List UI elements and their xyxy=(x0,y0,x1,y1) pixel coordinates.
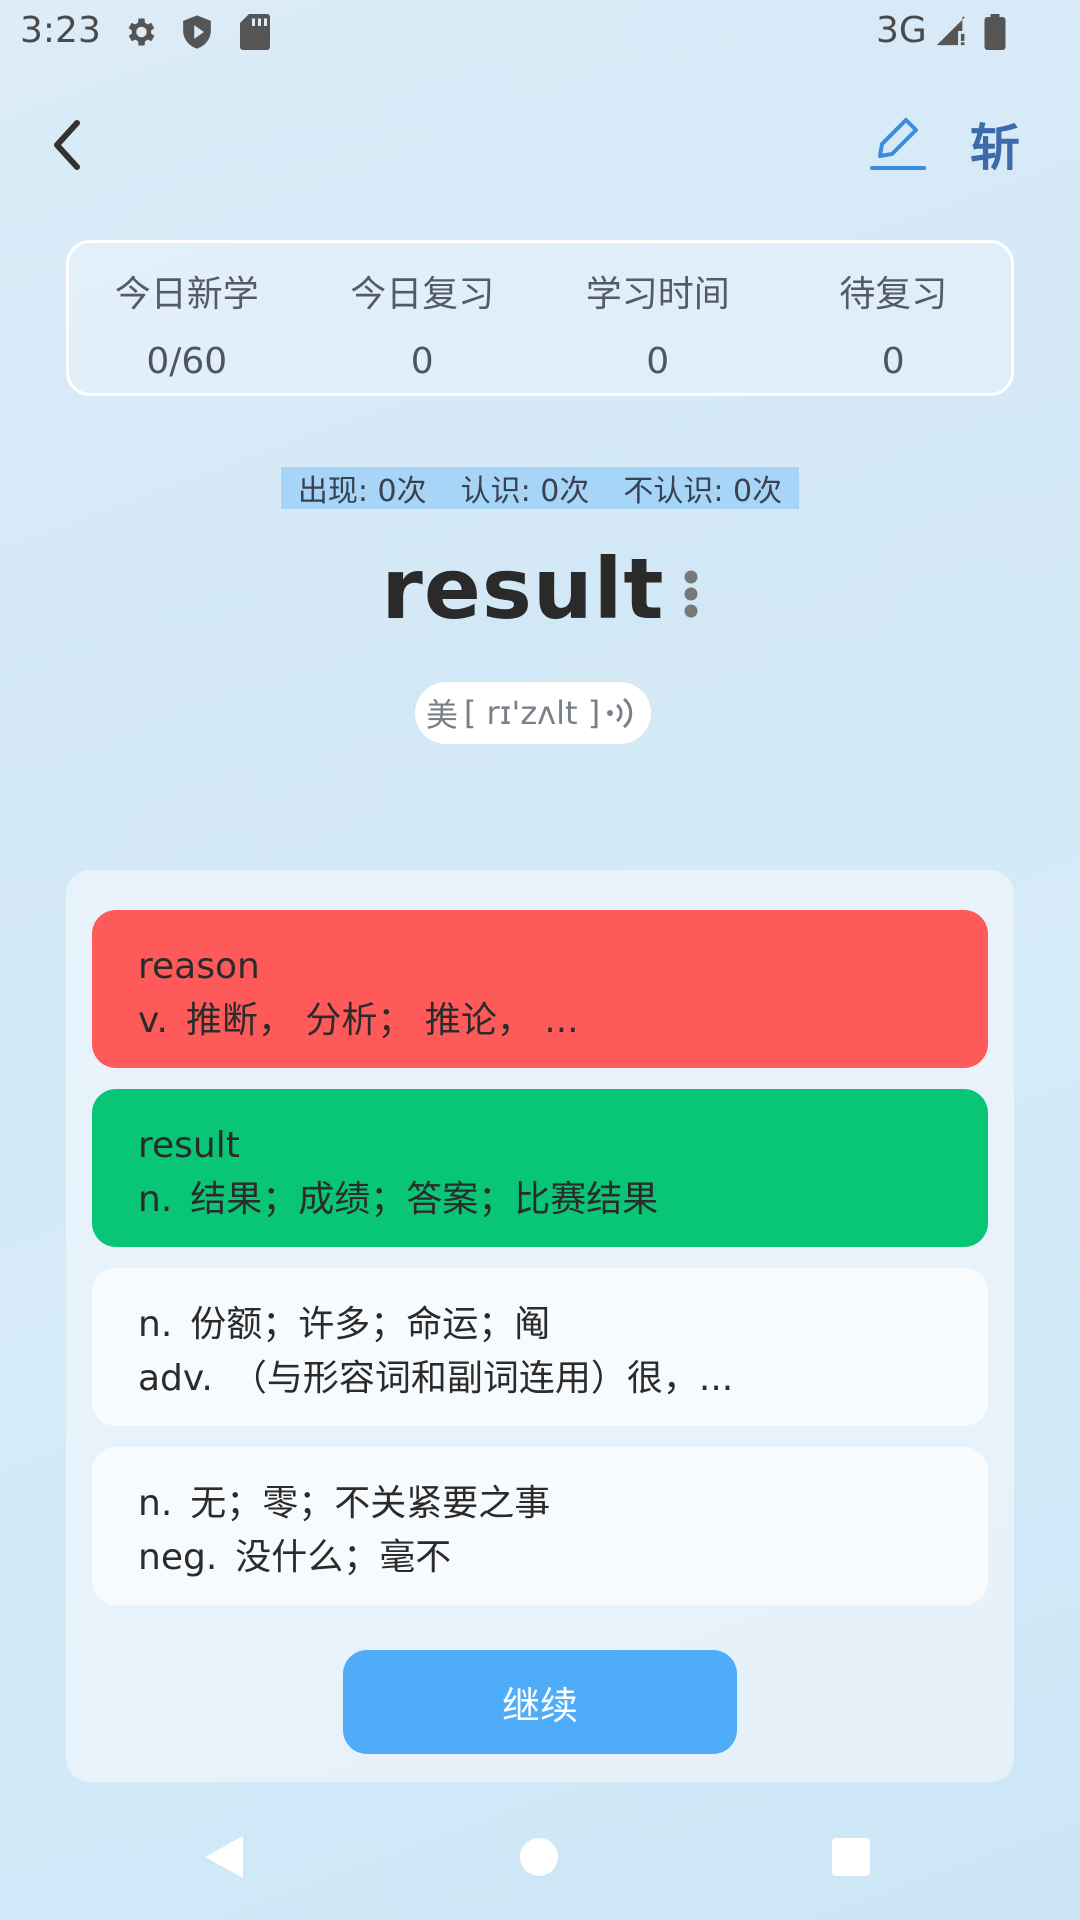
settings-icon xyxy=(128,18,155,46)
option-definition: neg. 没什么；毫不 xyxy=(138,1531,988,1585)
definition-text: 无；零；不关紧要之事 xyxy=(190,1483,551,1524)
option-definition: n. 结果；成绩；答案；比赛结果 xyxy=(138,1173,988,1227)
stat-study-time: 学习时间 0 xyxy=(540,243,776,393)
status-bar: 3:23 3G xyxy=(0,0,1080,64)
stat-value: 0 xyxy=(410,341,434,382)
phonetic-button[interactable]: 美 [ rɪ'zʌlt ] xyxy=(415,682,651,744)
definition-text: 推断， 分析； 推论， ... xyxy=(185,1000,579,1041)
stat-pending-review: 待复习 0 xyxy=(776,243,1012,393)
nav-home-icon[interactable] xyxy=(520,1838,558,1876)
sd-card-icon xyxy=(240,14,270,50)
phonetic-region: 美 xyxy=(425,696,458,734)
stat-new-today: 今日新学 0/60 xyxy=(69,243,305,393)
shield-icon xyxy=(183,15,211,49)
slash-button[interactable]: 斩 xyxy=(970,108,1020,180)
part-of-speech: n. xyxy=(138,1179,173,1220)
stat-value: 0 xyxy=(646,341,670,382)
appear-count: 出现: 0次 xyxy=(297,474,427,509)
word-row: result xyxy=(0,540,1080,638)
signal-icon xyxy=(936,16,966,46)
stat-label: 今日新学 xyxy=(114,274,259,315)
option-definition: adv. （与形容词和副词连用）很，... xyxy=(138,1352,988,1406)
nav-back-icon[interactable] xyxy=(203,1834,245,1880)
edit-button[interactable] xyxy=(866,112,930,176)
part-of-speech: n. xyxy=(138,1483,173,1524)
stat-label: 今日复习 xyxy=(350,274,495,315)
speaker-icon xyxy=(607,697,633,729)
stat-label: 学习时间 xyxy=(585,274,730,315)
chevron-left-icon xyxy=(54,120,80,170)
battery-icon xyxy=(984,14,1006,50)
option-definition: n. 份额；许多；命运；阄 xyxy=(138,1298,988,1352)
options-panel: reason v. 推断， 分析； 推论， ... result n. 结果；成绩；… xyxy=(66,870,1014,1782)
option-2[interactable]: result n. 结果；成绩；答案；比赛结果 xyxy=(92,1089,988,1247)
word-counters: 出现: 0次 认识: 0次 不认识: 0次 xyxy=(281,467,799,509)
option-word: result xyxy=(138,1125,240,1166)
part-of-speech: adv. xyxy=(138,1358,213,1399)
part-of-speech: n. xyxy=(138,1304,173,1345)
network-type: 3G xyxy=(876,10,927,51)
nav-recents-icon[interactable] xyxy=(832,1838,870,1876)
stat-label: 待复习 xyxy=(839,274,948,315)
more-vertical-icon[interactable] xyxy=(683,569,699,619)
stat-review-today: 今日复习 0 xyxy=(305,243,541,393)
option-word: reason xyxy=(138,946,260,987)
pencil-icon xyxy=(870,118,926,170)
continue-button[interactable]: 继续 xyxy=(343,1650,737,1754)
option-definition: n. 无；零；不关紧要之事 xyxy=(138,1477,988,1531)
phonetic-text: [ rɪ'zʌlt ] xyxy=(463,694,601,732)
option-1[interactable]: reason v. 推断， 分析； 推论， ... xyxy=(92,910,988,1068)
option-4[interactable]: n. 无；零；不关紧要之事 neg. 没什么；毫不 xyxy=(92,1447,988,1605)
known-count: 认识: 0次 xyxy=(460,474,590,509)
word-title: result xyxy=(381,540,665,638)
definition-text: 份额；许多；命运；阄 xyxy=(190,1304,551,1345)
stat-value: 0/60 xyxy=(146,341,228,382)
definition-text: 结果；成绩；答案；比赛结果 xyxy=(190,1179,659,1220)
definition-text: 没什么；毫不 xyxy=(235,1537,452,1578)
back-button[interactable] xyxy=(40,110,94,180)
status-time: 3:23 xyxy=(20,10,101,51)
unknown-count: 不认识: 0次 xyxy=(623,474,783,509)
option-definition: v. 推断， 分析； 推论， ... xyxy=(138,994,988,1048)
definition-text: （与形容词和副词连用）很，... xyxy=(230,1358,734,1399)
part-of-speech: neg. xyxy=(138,1537,218,1578)
stats-card: 今日新学 0/60 今日复习 0 学习时间 0 待复习 0 xyxy=(66,240,1014,396)
option-3[interactable]: n. 份额；许多；命运；阄 adv. （与形容词和副词连用）很，... xyxy=(92,1268,988,1426)
stat-value: 0 xyxy=(881,341,905,382)
part-of-speech: v. xyxy=(138,1000,168,1041)
